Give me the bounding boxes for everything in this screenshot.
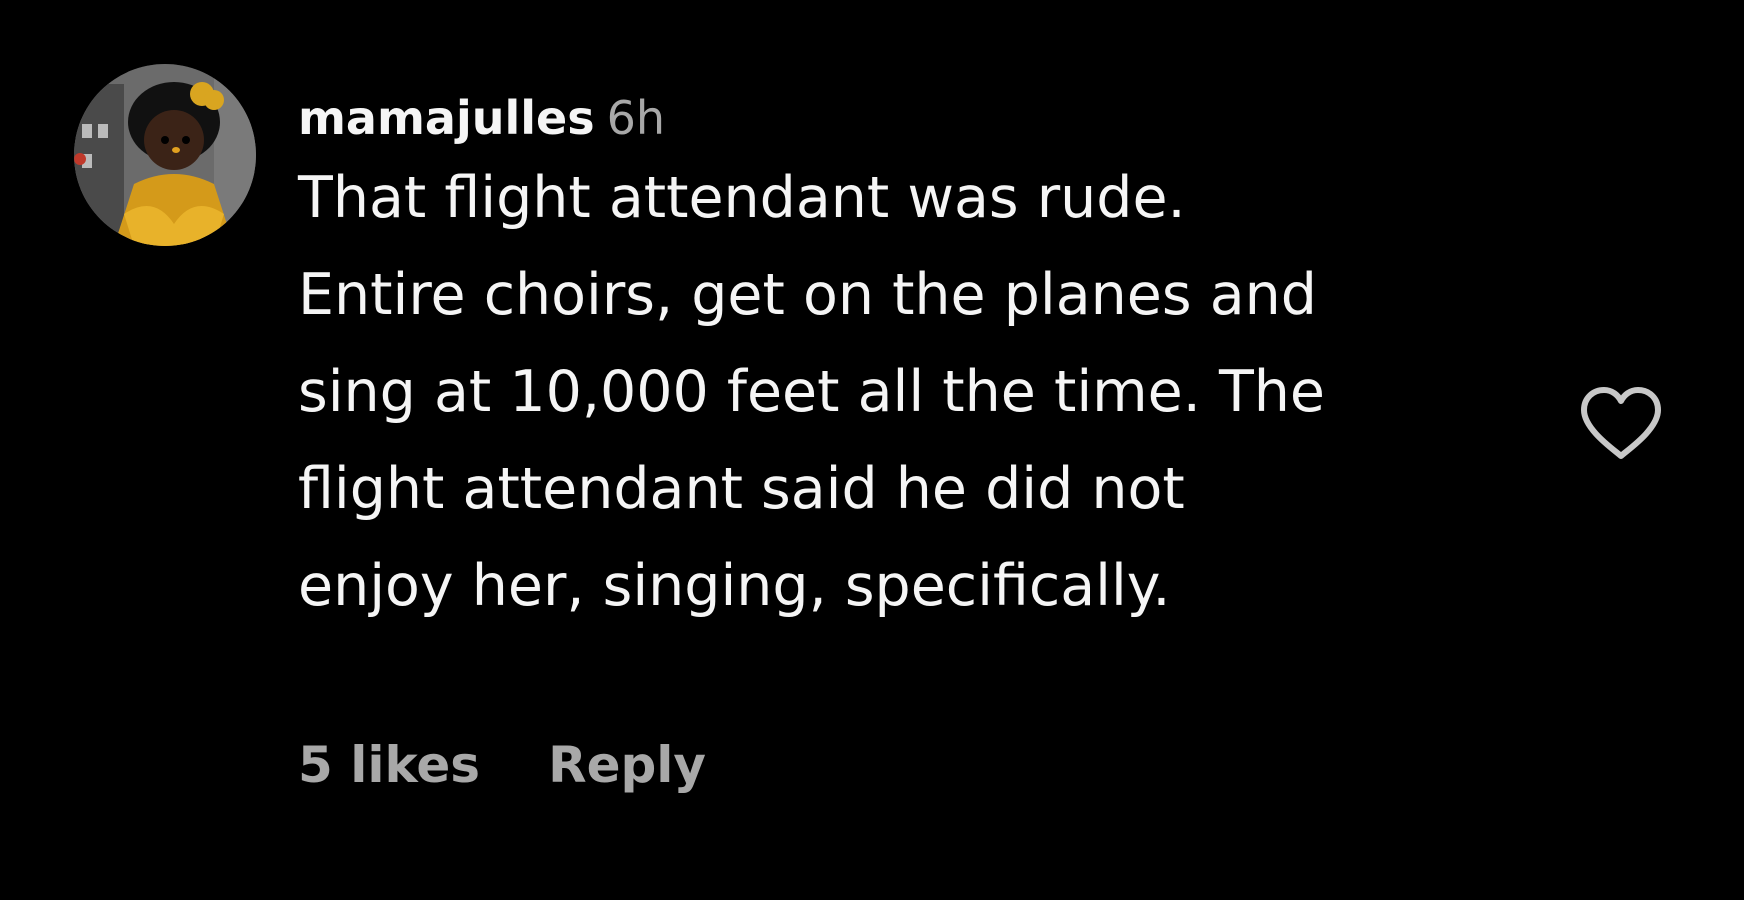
avatar[interactable] — [74, 64, 256, 246]
comment-item: mamajulles 6h That flight attendant was r… — [0, 0, 1744, 900]
comment-body: mamajulles 6h That flight attendant was r… — [298, 86, 1538, 635]
comment-text-line: flight attendant said he did not — [298, 456, 1185, 522]
comment-footer: 5 likes Reply — [298, 730, 706, 800]
comment-text: That flight attendant was rude. Entire c… — [298, 150, 1538, 635]
likes-count[interactable]: 5 likes — [298, 736, 480, 794]
avatar-image — [74, 64, 256, 246]
comment-text-line: sing at 10,000 feet all the time. The — [298, 359, 1326, 425]
comment-text-line: enjoy her, singing, specifically. — [298, 553, 1171, 619]
comment-header: mamajulles 6h — [298, 86, 1538, 150]
reply-button[interactable]: Reply — [548, 736, 706, 794]
timestamp: 6h — [606, 91, 665, 145]
heart-outline-icon[interactable] — [1576, 384, 1666, 464]
comment-text-line: That flight attendant was rude. — [298, 165, 1186, 231]
username[interactable]: mamajulles — [298, 91, 595, 145]
comment-text-line: Entire choirs, get on the planes and — [298, 262, 1317, 328]
